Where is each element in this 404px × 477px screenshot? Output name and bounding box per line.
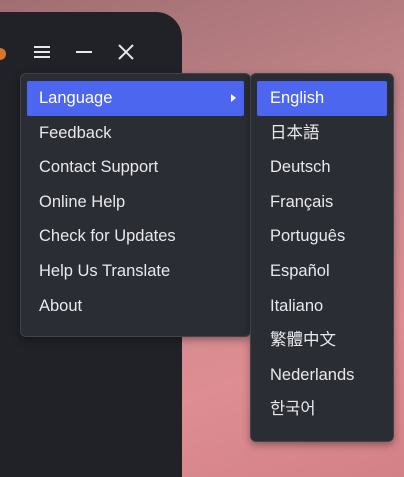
language-item-traditional-chinese[interactable]: 繁體中文 — [257, 323, 387, 358]
language-label: Español — [270, 261, 330, 280]
menu-item-about[interactable]: About — [27, 289, 244, 324]
menu-item-help-translate[interactable]: Help Us Translate — [27, 254, 244, 289]
menu-item-label: Feedback — [39, 123, 112, 142]
close-icon[interactable] — [116, 42, 136, 62]
window-controls — [32, 42, 136, 62]
submenu-arrow-icon — [231, 94, 236, 102]
menu-item-label: About — [39, 296, 83, 315]
language-item-spanish[interactable]: Español — [257, 254, 387, 289]
menu-item-online-help[interactable]: Online Help — [27, 185, 244, 220]
language-submenu: English 日本語 Deutsch Français Português E… — [250, 73, 394, 442]
menu-item-label: Contact Support — [39, 158, 159, 177]
menu-item-check-updates[interactable]: Check for Updates — [27, 219, 244, 254]
menu-item-label: Language — [39, 89, 113, 107]
language-item-german[interactable]: Deutsch — [257, 150, 387, 185]
menu-item-language[interactable]: Language — [27, 81, 244, 116]
menu-item-contact-support[interactable]: Contact Support — [27, 150, 244, 185]
language-label: 한국어 — [270, 400, 316, 419]
language-label: 繁體中文 — [270, 331, 336, 350]
menu-item-label: Online Help — [39, 192, 126, 211]
language-item-dutch[interactable]: Nederlands — [257, 358, 387, 393]
language-label: Nederlands — [270, 365, 355, 384]
minimize-icon[interactable] — [74, 42, 94, 62]
language-item-french[interactable]: Français — [257, 185, 387, 220]
help-menu: Language Feedback Contact Support Online… — [20, 73, 251, 337]
language-label: Italiano — [270, 296, 324, 315]
language-label: Français — [270, 192, 334, 211]
menu-icon[interactable] — [32, 42, 52, 62]
language-item-korean[interactable]: 한국어 — [257, 392, 387, 427]
language-label: Português — [270, 227, 346, 246]
menu-item-label: Check for Updates — [39, 227, 176, 246]
language-item-italian[interactable]: Italiano — [257, 289, 387, 324]
menu-item-feedback[interactable]: Feedback — [27, 116, 244, 151]
language-item-portuguese[interactable]: Português — [257, 219, 387, 254]
menu-item-label: Help Us Translate — [39, 261, 171, 280]
language-item-japanese[interactable]: 日本語 — [257, 116, 387, 151]
language-label: Deutsch — [270, 158, 331, 177]
status-dot — [0, 48, 6, 60]
language-label: English — [270, 89, 325, 107]
language-item-english[interactable]: English — [257, 81, 387, 116]
language-label: 日本語 — [270, 123, 320, 142]
